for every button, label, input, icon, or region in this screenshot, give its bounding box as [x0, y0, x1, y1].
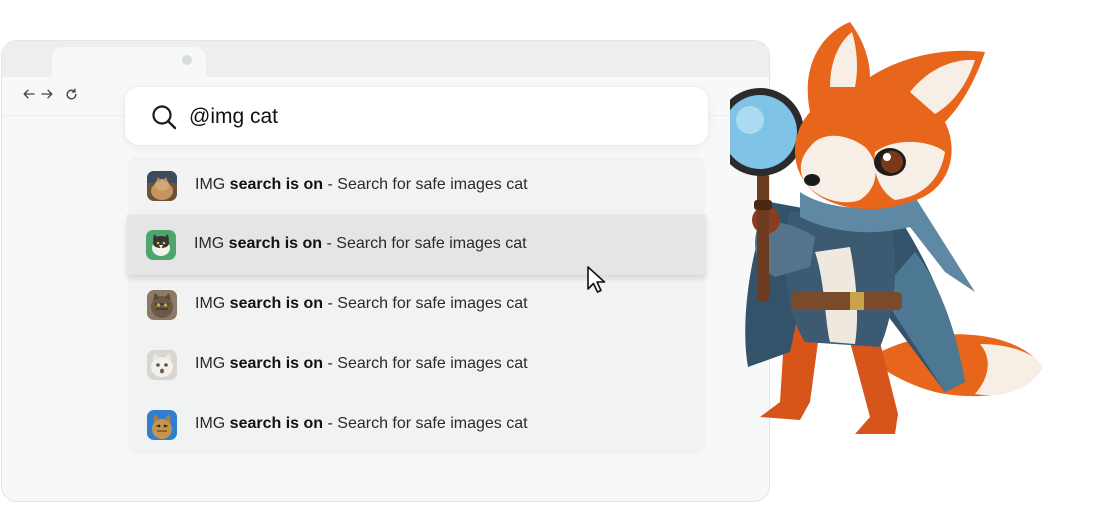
- suggestion-item[interactable]: IMG search is on - Search for safe image…: [128, 157, 705, 215]
- cat-thumbnail: [147, 410, 177, 440]
- forward-arrow-icon[interactable]: [40, 87, 54, 101]
- suggestion-item-hovered[interactable]: IMG search is on - Search for safe image…: [127, 215, 706, 275]
- cat-thumbnail: [146, 230, 176, 260]
- suggestion-text: IMG search is on - Search for safe image…: [194, 235, 527, 252]
- search-icon: [151, 104, 177, 130]
- suggestion-item[interactable]: IMG search is on - Search for safe image…: [128, 396, 705, 454]
- stage: IMG search is on - Search for safe image…: [0, 0, 1109, 505]
- suggestion-text: IMG search is on - Search for safe image…: [195, 415, 528, 432]
- browser-tab[interactable]: [52, 47, 206, 81]
- tab-indicator-dot: [182, 55, 192, 65]
- suggestion-item[interactable]: IMG search is on - Search for safe image…: [128, 276, 705, 334]
- back-arrow-icon[interactable]: [22, 87, 36, 101]
- suggestion-list: IMG search is on - Search for safe image…: [127, 157, 706, 455]
- cat-thumbnail: [147, 171, 177, 201]
- suggestion-text: IMG search is on - Search for safe image…: [195, 355, 528, 372]
- suggestion-text: IMG search is on - Search for safe image…: [195, 176, 528, 193]
- search-bar[interactable]: [125, 87, 708, 145]
- cat-thumbnail: [147, 290, 177, 320]
- fox-detective-mascot-icon: [730, 22, 1042, 434]
- reload-icon[interactable]: [64, 87, 78, 101]
- suggestion-item[interactable]: IMG search is on - Search for safe image…: [128, 336, 705, 394]
- mouse-pointer-icon: [587, 266, 606, 293]
- suggestion-text: IMG search is on - Search for safe image…: [195, 295, 528, 312]
- search-input[interactable]: [189, 103, 669, 131]
- cat-thumbnail: [147, 350, 177, 380]
